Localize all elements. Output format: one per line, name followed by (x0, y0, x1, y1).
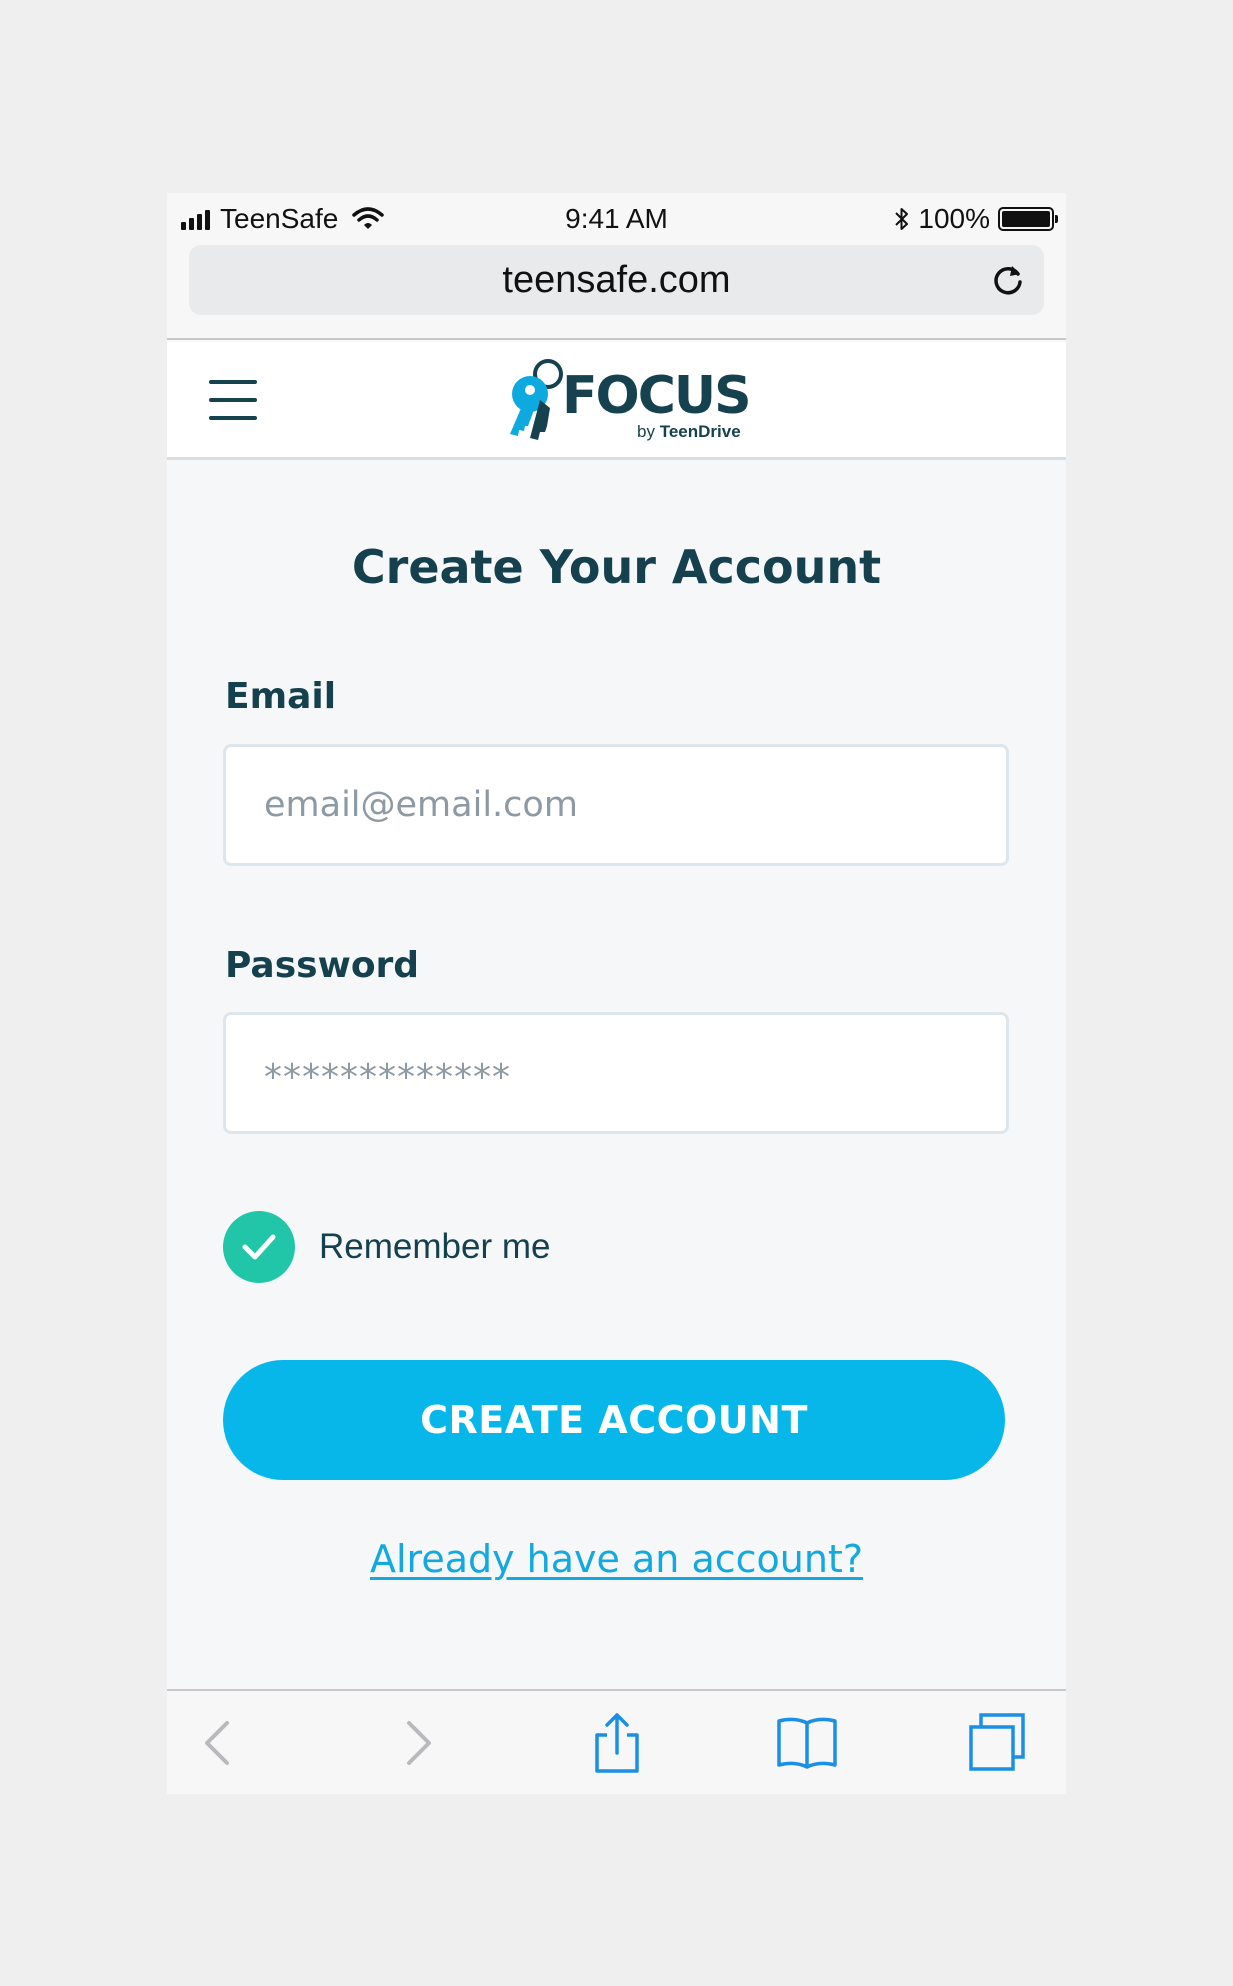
site-header: FOCUS by TeenDrive (167, 342, 1066, 460)
remember-label: Remember me (319, 1227, 551, 1266)
address-bar[interactable]: teensafe.com (189, 245, 1044, 315)
logo-brand: TeenDrive (659, 422, 741, 441)
remember-checkbox[interactable] (223, 1211, 295, 1283)
share-icon[interactable] (585, 1711, 649, 1775)
status-bar: TeenSafe 9:41 AM 100% (167, 193, 1066, 245)
checkmark-icon (242, 1234, 276, 1260)
tabs-icon[interactable] (965, 1711, 1029, 1775)
create-account-button[interactable]: CREATE ACCOUNT (223, 1360, 1005, 1480)
logo-tagline: by TeenDrive (637, 422, 741, 442)
back-icon[interactable] (187, 1711, 251, 1775)
browser-toolbar (167, 1689, 1066, 1794)
focus-logo[interactable]: FOCUS by TeenDrive (492, 356, 752, 448)
email-label: Email (225, 676, 337, 717)
battery-fill (1002, 211, 1050, 227)
phone-screen: TeenSafe 9:41 AM 100% teensafe.com FOCUS… (167, 193, 1066, 1794)
remember-me-row[interactable]: Remember me (223, 1211, 550, 1283)
password-label: Password (225, 945, 420, 986)
logo-wordmark: FOCUS (562, 366, 752, 426)
bookmarks-icon[interactable] (775, 1711, 839, 1775)
reload-icon[interactable] (988, 260, 1028, 300)
email-field[interactable] (223, 744, 1009, 866)
status-right: 100% (894, 203, 1058, 235)
url-text: teensafe.com (502, 258, 731, 301)
already-have-account-link[interactable]: Already have an account? (167, 1537, 1066, 1581)
key-icon (510, 359, 563, 440)
page-title: Create Your Account (351, 540, 882, 594)
forward-icon[interactable] (385, 1711, 449, 1775)
browser-address-area: teensafe.com (167, 245, 1066, 340)
logo-by: by (637, 422, 655, 441)
bluetooth-icon (895, 208, 909, 230)
password-field[interactable]: ************* (223, 1012, 1009, 1134)
battery-icon (998, 207, 1058, 231)
battery-percent: 100% (918, 203, 990, 234)
menu-icon[interactable] (209, 380, 257, 420)
